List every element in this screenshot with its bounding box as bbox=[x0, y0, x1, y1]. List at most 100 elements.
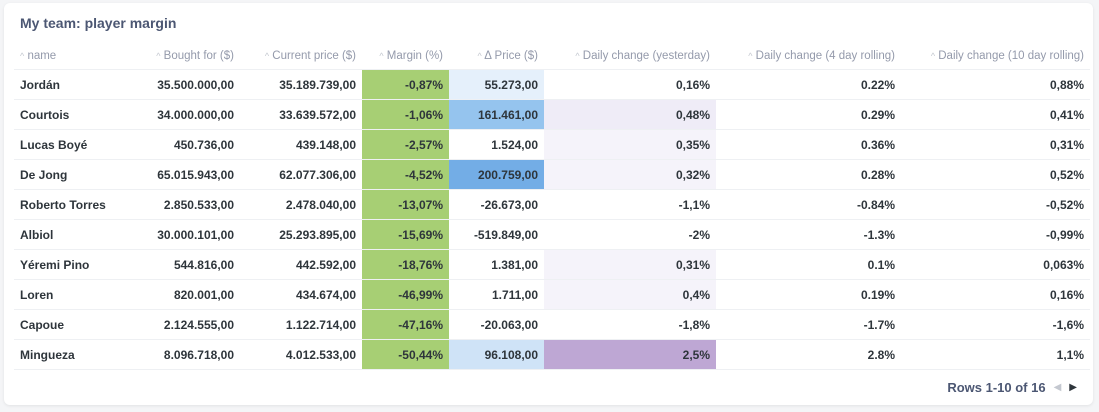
table-row[interactable]: Courtois 34.000.000,00 33.639.572,00 -1,06%… bbox=[14, 99, 1090, 130]
sort-icon: ^ bbox=[156, 51, 161, 61]
table-cell: -46,99% bbox=[362, 279, 449, 310]
column-header[interactable]: ^ Current price ($) bbox=[240, 43, 362, 70]
table-row[interactable]: Roberto Torres 2.850.533,00 2.478.040,00 -1… bbox=[14, 189, 1090, 220]
table-cell: 820.001,00 bbox=[126, 279, 240, 310]
column-header-label: Daily change (10 day rolling) bbox=[938, 50, 1084, 62]
table-cell: 1,1% bbox=[901, 339, 1090, 370]
table-cell: 2.124.555,00 bbox=[126, 309, 240, 340]
table-cell: -2% bbox=[544, 219, 716, 250]
table-cell: 2.850.533,00 bbox=[126, 189, 240, 220]
player-margin-table: ^ name ^ Bought for ($) ^ Current price ($… bbox=[14, 43, 1090, 370]
sort-icon: ^ bbox=[379, 51, 384, 61]
table-row[interactable]: Mingueza 8.096.718,00 4.012.533,00 -50,44% 9… bbox=[14, 339, 1090, 370]
table-cell: 544.816,00 bbox=[126, 249, 240, 280]
column-header[interactable]: ^ name bbox=[14, 43, 126, 70]
table-cell: 0,31% bbox=[901, 129, 1090, 160]
table-cell: 434.674,00 bbox=[240, 279, 362, 310]
column-header[interactable]: ^ Daily change (4 day rolling) bbox=[716, 43, 901, 70]
table-row[interactable]: De Jong 65.015.943,00 62.077.306,00 -4,52% 2… bbox=[14, 159, 1090, 190]
table-cell: 0,063% bbox=[901, 249, 1090, 280]
table-cell: -1,1% bbox=[544, 189, 716, 220]
sort-icon: ^ bbox=[20, 51, 25, 61]
table-cell: 0,41% bbox=[901, 99, 1090, 130]
table-cell: 0.22% bbox=[716, 69, 901, 100]
table-cell: 34.000.000,00 bbox=[126, 99, 240, 130]
sort-icon: ^ bbox=[264, 51, 270, 61]
header-row: ^ name ^ Bought for ($) ^ Current price ($… bbox=[14, 43, 1090, 70]
pagination: Rows 1-10 of 16 ◀ ▶ bbox=[947, 380, 1077, 395]
table-cell: -2,57% bbox=[362, 129, 449, 160]
table-cell: 200.759,00 bbox=[449, 159, 544, 190]
card-title[interactable]: My team: player margin bbox=[20, 15, 176, 31]
table-cell: 439.148,00 bbox=[240, 129, 362, 160]
table-cell: Lucas Boyé bbox=[14, 129, 126, 160]
table-cell: Capoue bbox=[14, 309, 126, 340]
rows-count-label: Rows 1-10 of 16 bbox=[947, 380, 1046, 395]
sort-icon: ^ bbox=[930, 51, 936, 61]
table-cell: 96.108,00 bbox=[449, 339, 544, 370]
table-cell: 442.592,00 bbox=[240, 249, 362, 280]
table-row[interactable]: Capoue 2.124.555,00 1.122.714,00 -47,16% -20… bbox=[14, 309, 1090, 340]
table-cell: 0,16% bbox=[544, 69, 716, 100]
table-cell: 0.19% bbox=[716, 279, 901, 310]
table-cell: -13,07% bbox=[362, 189, 449, 220]
table-cell: 1.524,00 bbox=[449, 129, 544, 160]
table-cell: -0,99% bbox=[901, 219, 1090, 250]
table-cell: 2.478.040,00 bbox=[240, 189, 362, 220]
column-header-label: Daily change (4 day rolling) bbox=[755, 50, 895, 62]
table-cell: -26.673,00 bbox=[449, 189, 544, 220]
table-cell: 0,16% bbox=[901, 279, 1090, 310]
table-cell: 0,31% bbox=[544, 249, 716, 280]
table-cell: 62.077.306,00 bbox=[240, 159, 362, 190]
table-cell: 2,5% bbox=[544, 339, 716, 370]
column-header[interactable]: ^ Bought for ($) bbox=[126, 43, 240, 70]
table-cell: Loren bbox=[14, 279, 126, 310]
previous-page-icon[interactable]: ◀ bbox=[1054, 382, 1062, 393]
column-header-label: Δ Price ($) bbox=[484, 50, 538, 62]
table-cell: -50,44% bbox=[362, 339, 449, 370]
column-header-label: Daily change (yesterday) bbox=[582, 50, 710, 62]
table-cell: 450.736,00 bbox=[126, 129, 240, 160]
table-cell: 0.29% bbox=[716, 99, 901, 130]
table-cell: 0,35% bbox=[544, 129, 716, 160]
table-row[interactable]: Albiol 30.000.101,00 25.293.895,00 -15,69% -… bbox=[14, 219, 1090, 250]
table-cell: De Jong bbox=[14, 159, 126, 190]
table-cell: -18,76% bbox=[362, 249, 449, 280]
table-cell: -47,16% bbox=[362, 309, 449, 340]
table-cell: 0,32% bbox=[544, 159, 716, 190]
table-cell: -4,52% bbox=[362, 159, 449, 190]
table-cell: 33.639.572,00 bbox=[240, 99, 362, 130]
sort-icon: ^ bbox=[575, 51, 580, 61]
table-row[interactable]: Yéremi Pino 544.816,00 442.592,00 -18,76% 1.… bbox=[14, 249, 1090, 280]
table-cell: -0.84% bbox=[716, 189, 901, 220]
table-cell: Roberto Torres bbox=[14, 189, 126, 220]
table-cell: 161.461,00 bbox=[449, 99, 544, 130]
table-row[interactable]: Lucas Boyé 450.736,00 439.148,00 -2,57% 1.52… bbox=[14, 129, 1090, 160]
table-cell: 65.015.943,00 bbox=[126, 159, 240, 190]
column-header[interactable]: ^ Margin (%) bbox=[362, 43, 449, 70]
table-body: Jordán 35.500.000,00 35.189.739,00 -0,87% 55… bbox=[14, 69, 1090, 370]
table-cell: -0,52% bbox=[901, 189, 1090, 220]
table-cell: 35.189.739,00 bbox=[240, 69, 362, 100]
table-row[interactable]: Loren 820.001,00 434.674,00 -46,99% 1.711,00… bbox=[14, 279, 1090, 310]
column-header[interactable]: ^ Δ Price ($) bbox=[449, 43, 544, 70]
table-cell: 1.122.714,00 bbox=[240, 309, 362, 340]
column-header[interactable]: ^ Daily change (yesterday) bbox=[544, 43, 716, 70]
table-cell: -1,6% bbox=[901, 309, 1090, 340]
table-cell: -0,87% bbox=[362, 69, 449, 100]
table-row[interactable]: Jordán 35.500.000,00 35.189.739,00 -0,87% 55… bbox=[14, 69, 1090, 100]
table-cell: -1.3% bbox=[716, 219, 901, 250]
table-card: My team: player margin ^ name ^ Bought fo… bbox=[4, 3, 1093, 405]
table-cell: 0.1% bbox=[716, 249, 901, 280]
table-cell: 35.500.000,00 bbox=[126, 69, 240, 100]
next-page-icon[interactable]: ▶ bbox=[1069, 382, 1077, 393]
table-cell: 25.293.895,00 bbox=[240, 219, 362, 250]
table-cell: 0.28% bbox=[716, 159, 901, 190]
column-header[interactable]: ^ Daily change (10 day rolling) bbox=[901, 43, 1090, 70]
column-header-label: Bought for ($) bbox=[163, 50, 234, 62]
table-cell: 0,88% bbox=[901, 69, 1090, 100]
table-cell: Albiol bbox=[14, 219, 126, 250]
table-cell: 0,4% bbox=[544, 279, 716, 310]
table-cell: 4.012.533,00 bbox=[240, 339, 362, 370]
table-cell: -1,8% bbox=[544, 309, 716, 340]
